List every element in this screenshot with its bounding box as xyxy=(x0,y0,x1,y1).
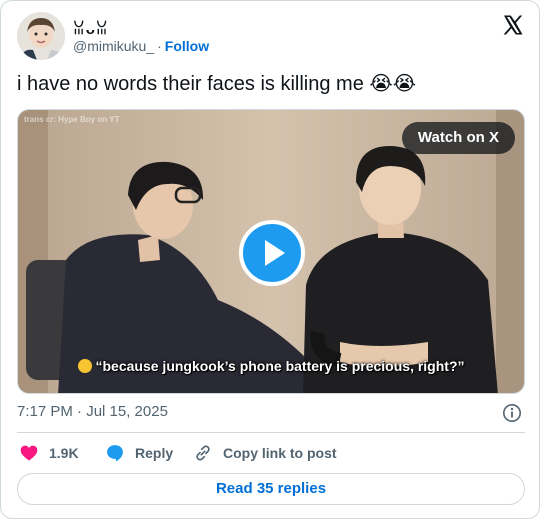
video-caption: “because jungkook’s phone battery is pre… xyxy=(18,358,524,374)
tweet-timestamp[interactable]: 7:17 PM · Jul 15, 2025 xyxy=(17,403,168,420)
action-bar: 1.9K Reply Copy link to post xyxy=(17,441,525,465)
read-replies-button[interactable]: Read 35 replies xyxy=(17,473,525,505)
video-media[interactable]: trans cr: Hype Boy on YT Watch on X “bec… xyxy=(17,109,525,394)
copy-link-label: Copy link to post xyxy=(223,445,337,461)
author-handle[interactable]: @mimikuku_ xyxy=(73,38,154,54)
tweet-text: i have no words their faces is killing m… xyxy=(17,73,417,95)
follow-button[interactable]: Follow xyxy=(165,38,209,54)
video-watermark: trans cr: Hype Boy on YT xyxy=(24,115,120,124)
x-logo-icon[interactable] xyxy=(501,13,525,37)
avatar-image xyxy=(17,12,65,60)
play-button[interactable] xyxy=(239,220,305,286)
tweet-header: ꈍᴗꈍ @mimikuku_ · Follow xyxy=(17,12,525,62)
heart-icon xyxy=(20,445,38,461)
caption-text: “because jungkook’s phone battery is pre… xyxy=(95,358,465,374)
avatar[interactable] xyxy=(17,12,65,60)
divider xyxy=(17,432,525,433)
reply-label: Reply xyxy=(135,445,174,461)
like-button[interactable]: 1.9K xyxy=(19,441,79,465)
like-count: 1.9K xyxy=(49,445,79,461)
author-handle-line: @mimikuku_ · Follow xyxy=(73,38,209,54)
play-icon xyxy=(265,240,285,266)
tweet-card: ꈍᴗꈍ @mimikuku_ · Follow i have no words th… xyxy=(0,0,540,519)
author-display-name[interactable]: ꈍᴗꈍ xyxy=(73,18,109,38)
link-icon xyxy=(196,445,210,461)
chick-emoji-icon xyxy=(77,359,92,373)
reply-bubble-icon xyxy=(107,445,123,462)
copy-link-button[interactable]: Copy link to post xyxy=(193,441,337,465)
watch-on-x-button[interactable]: Watch on X xyxy=(401,122,515,154)
separator-dot: · xyxy=(157,38,162,54)
info-icon[interactable] xyxy=(502,403,522,423)
reply-button[interactable]: Reply xyxy=(105,441,173,465)
